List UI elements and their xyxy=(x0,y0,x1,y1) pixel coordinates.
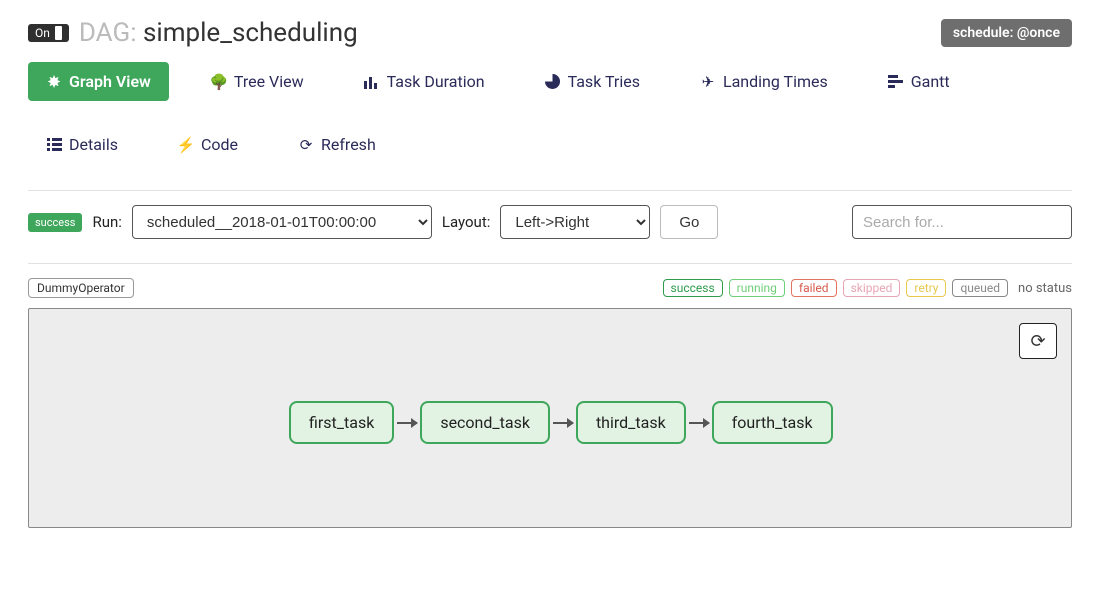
tab-landing-times[interactable]: ✈ Landing Times xyxy=(682,62,846,101)
layout-select[interactable]: Left->Right xyxy=(500,205,650,239)
refresh-icon: ⟳ xyxy=(298,136,314,154)
tab-label: Gantt xyxy=(911,72,950,91)
gantt-icon xyxy=(888,75,904,88)
tree-icon: 🌳 xyxy=(211,73,227,91)
tab-label: Refresh xyxy=(321,135,376,154)
dag-name: simple_scheduling xyxy=(143,18,358,48)
tab-tree-view[interactable]: 🌳 Tree View xyxy=(193,62,322,101)
tab-label: Code xyxy=(201,135,238,154)
tab-label: Task Tries xyxy=(568,72,640,91)
plane-icon: ✈ xyxy=(700,73,716,91)
tab-graph-view[interactable]: ✸ Graph View xyxy=(28,62,169,101)
tab-task-tries[interactable]: Task Tries xyxy=(527,62,658,101)
pie-chart-icon xyxy=(545,74,561,89)
bolt-icon: ⚡ xyxy=(178,136,194,154)
page-header: On DAG: simple_scheduling schedule: @onc… xyxy=(28,18,1072,48)
tab-label: Task Duration xyxy=(387,72,485,91)
task-node[interactable]: fourth_task xyxy=(712,401,833,444)
status-legend: success running failed skipped retry que… xyxy=(663,279,1072,297)
status-badge: success xyxy=(28,213,82,232)
page-title: DAG: simple_scheduling xyxy=(79,18,358,48)
legend-queued: queued xyxy=(952,279,1008,297)
legend-retry: retry xyxy=(906,279,946,297)
edge-arrow-icon xyxy=(397,422,417,424)
tab-details[interactable]: Details xyxy=(28,125,136,164)
layout-label: Layout: xyxy=(442,213,490,231)
graph-refresh-button[interactable]: ⟳ xyxy=(1019,323,1057,359)
title-group: On DAG: simple_scheduling xyxy=(28,18,358,48)
tab-label: Graph View xyxy=(69,72,151,91)
dag-toggle[interactable]: On xyxy=(28,24,69,42)
legend-skipped: skipped xyxy=(843,279,901,297)
run-label: Run: xyxy=(92,213,121,231)
divider xyxy=(28,263,1072,264)
task-node[interactable]: first_task xyxy=(289,401,394,444)
tab-refresh[interactable]: ⟳ Refresh xyxy=(280,125,394,164)
legend-success: success xyxy=(663,279,723,297)
tab-code[interactable]: ⚡ Code xyxy=(160,125,256,164)
schedule-badge: schedule: @once xyxy=(941,19,1072,47)
legend-no-status: no status xyxy=(1018,281,1072,296)
controls-row: success Run: scheduled__2018-01-01T00:00… xyxy=(28,205,1072,239)
task-flow: first_task second_task third_task fourth… xyxy=(289,401,833,444)
tab-label: Details xyxy=(69,135,118,154)
bar-chart-icon xyxy=(364,75,380,89)
go-button[interactable]: Go xyxy=(660,205,718,239)
operator-legend: DummyOperator xyxy=(28,278,134,298)
edge-arrow-icon xyxy=(689,422,709,424)
legend-running: running xyxy=(729,279,785,297)
sun-icon: ✸ xyxy=(46,73,62,91)
graph-canvas[interactable]: ⟳ first_task second_task third_task four… xyxy=(28,308,1072,528)
search-input[interactable] xyxy=(852,205,1072,239)
task-node[interactable]: third_task xyxy=(576,401,686,444)
tab-task-duration[interactable]: Task Duration xyxy=(346,62,503,101)
view-tabs: ✸ Graph View 🌳 Tree View Task Duration T… xyxy=(28,62,1072,164)
tab-label: Tree View xyxy=(234,72,304,91)
refresh-icon: ⟳ xyxy=(1030,331,1045,352)
tab-label: Landing Times xyxy=(723,72,828,91)
legend-row: DummyOperator success running failed ski… xyxy=(28,278,1072,298)
title-prefix: DAG: xyxy=(79,18,137,48)
divider xyxy=(28,190,1072,191)
list-icon xyxy=(46,138,62,151)
tab-gantt[interactable]: Gantt xyxy=(870,62,968,101)
task-node[interactable]: second_task xyxy=(420,401,550,444)
legend-failed: failed xyxy=(791,279,837,297)
edge-arrow-icon xyxy=(553,422,573,424)
run-select[interactable]: scheduled__2018-01-01T00:00:00 xyxy=(132,205,432,239)
